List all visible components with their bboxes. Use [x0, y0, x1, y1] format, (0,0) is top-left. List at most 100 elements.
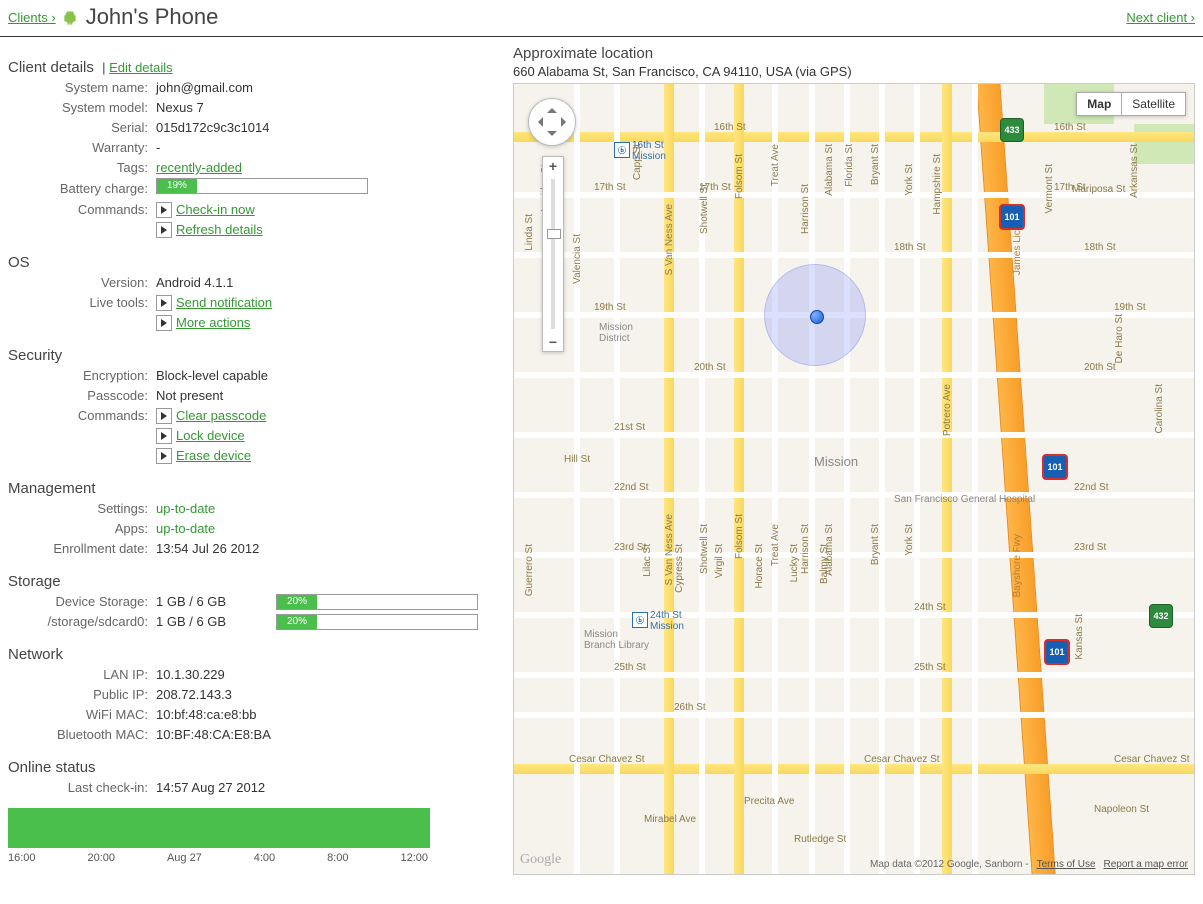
street-label: Linda St [524, 214, 535, 251]
map-canvas[interactable]: ⓑ ⓑ 16th St 16th St 17th St 17th St 17th… [513, 83, 1195, 875]
play-icon [156, 202, 172, 218]
system-name-value: john@gmail.com [156, 78, 253, 98]
zoom-in-button[interactable]: + [549, 157, 557, 175]
map-attribution: Map data ©2012 Google, Sanborn - [870, 859, 1029, 870]
dev-storage-label: Device Storage: [8, 592, 156, 612]
lock-device-link[interactable]: Lock device [176, 426, 245, 446]
street-label: 23rd St [1074, 542, 1106, 553]
street-label: 19th St [594, 302, 626, 313]
street-label: 18th St [894, 242, 926, 253]
send-notification-link[interactable]: Send notification [176, 293, 272, 313]
street-label: Shotwell St [699, 524, 710, 574]
street-label: Capp St [632, 144, 643, 180]
map-type-map[interactable]: Map [1077, 93, 1121, 115]
clients-link[interactable]: Clients › [8, 10, 56, 25]
lan-ip-value: 10.1.30.229 [156, 665, 225, 685]
serial-value: 015d172c9c3c1014 [156, 118, 270, 138]
street-label: 24th St [914, 602, 946, 613]
street-label: Shotwell St [699, 184, 710, 234]
play-icon [156, 408, 172, 424]
street-label: Rutledge St [794, 834, 846, 845]
client-details-header: Client details | Edit details [8, 59, 483, 76]
os-version-value: Android 4.1.1 [156, 273, 233, 293]
next-client-link[interactable]: Next client › [1126, 10, 1195, 25]
dev-storage-bar: 20% [276, 594, 478, 610]
map-footer: Map data ©2012 Google, Sanborn - Terms o… [870, 859, 1188, 870]
clear-passcode-link[interactable]: Clear passcode [176, 406, 266, 426]
play-icon [156, 295, 172, 311]
public-ip-value: 208.72.143.3 [156, 685, 232, 705]
road [734, 84, 744, 874]
street-label: Folsom St [734, 514, 745, 559]
sd-storage-fill: 20% [277, 615, 317, 629]
zoom-handle[interactable] [547, 229, 561, 239]
refresh-details-link[interactable]: Refresh details [176, 220, 263, 240]
street-label: York St [904, 164, 915, 196]
battery-label: Battery charge: [8, 179, 156, 199]
map-zoom-control[interactable]: + − [542, 156, 564, 352]
system-model-value: Nexus 7 [156, 98, 204, 118]
location-address: 660 Alabama St, San Francisco, CA 94110,… [513, 64, 1195, 79]
street-label: Horace St [754, 544, 765, 588]
street-label: Guerrero St [524, 544, 535, 596]
street-label: Mirabel Ave [644, 814, 696, 825]
wifi-mac-label: WiFi MAC: [8, 705, 156, 725]
street-label: Mariposa St [1072, 184, 1125, 195]
play-icon [156, 448, 172, 464]
street-label: Cypress St [674, 544, 685, 593]
zoom-slider[interactable] [551, 179, 555, 329]
district-label: Mission [814, 454, 858, 469]
street-label: Cesar Chavez St [864, 754, 940, 765]
terms-link[interactable]: Terms of Use [1037, 859, 1096, 870]
street-label: 22nd St [1074, 482, 1108, 493]
management-header: Management [8, 480, 483, 497]
street-label: 19th St [1114, 302, 1146, 313]
street-label: 17th St [594, 182, 626, 193]
street-label: Bryant St [870, 144, 881, 185]
commands-label: Commands: [8, 200, 156, 220]
checkin-now-link[interactable]: Check-in now [176, 200, 255, 220]
street-label: 25th St [614, 662, 646, 673]
street-label: Virgil St [714, 544, 725, 578]
last-checkin-value: 14:57 Aug 27 2012 [156, 778, 265, 798]
page-title: John's Phone [86, 4, 219, 30]
map-type-satellite[interactable]: Satellite [1121, 93, 1185, 115]
erase-device-link[interactable]: Erase device [176, 446, 251, 466]
street-label: Harrison St [800, 184, 811, 234]
storage-header: Storage [8, 573, 483, 590]
zoom-out-button[interactable]: − [549, 333, 557, 351]
poi-label: San Francisco General Hospital [894, 494, 1035, 505]
street-label: Carolina St [1154, 384, 1165, 433]
street-label: 22nd St [614, 482, 648, 493]
street-label: Harrison St [800, 524, 811, 574]
report-map-error-link[interactable]: Report a map error [1104, 859, 1188, 870]
settings-label: Settings: [8, 499, 156, 519]
street-label: 20th St [694, 362, 726, 373]
street-label: 21st St [614, 422, 645, 433]
district-label: Mission District [599, 322, 633, 344]
more-actions-link[interactable]: More actions [176, 313, 250, 333]
street-label: Lilac St [642, 544, 653, 577]
warranty-value: - [156, 138, 160, 158]
android-icon [62, 8, 78, 26]
tags-label: Tags: [8, 158, 156, 178]
street-label: Arkansas St [1129, 144, 1140, 198]
map-pan-control[interactable] [528, 98, 576, 146]
encryption-value: Block-level capable [156, 366, 268, 386]
sec-commands-label: Commands: [8, 406, 156, 426]
road [942, 84, 952, 874]
network-header: Network [8, 646, 483, 663]
bt-mac-value: 10:BF:48:CA:E8:BA [156, 725, 271, 745]
sd-storage-label: /storage/sdcard0: [8, 612, 156, 632]
edit-details-link[interactable]: Edit details [109, 60, 173, 75]
tag-link[interactable]: recently-added [156, 160, 242, 175]
os-header: OS [8, 254, 483, 271]
enroll-value: 13:54 Jul 26 2012 [156, 539, 259, 559]
street-label: Folsom St [734, 154, 745, 199]
system-model-label: System model: [8, 98, 156, 118]
street-label: 25th St [914, 662, 946, 673]
street-label: S Van Ness Ave [664, 204, 675, 275]
last-checkin-label: Last check-in: [8, 778, 156, 798]
park [1134, 124, 1194, 164]
sd-storage-value: 1 GB / 6 GB [156, 612, 276, 632]
